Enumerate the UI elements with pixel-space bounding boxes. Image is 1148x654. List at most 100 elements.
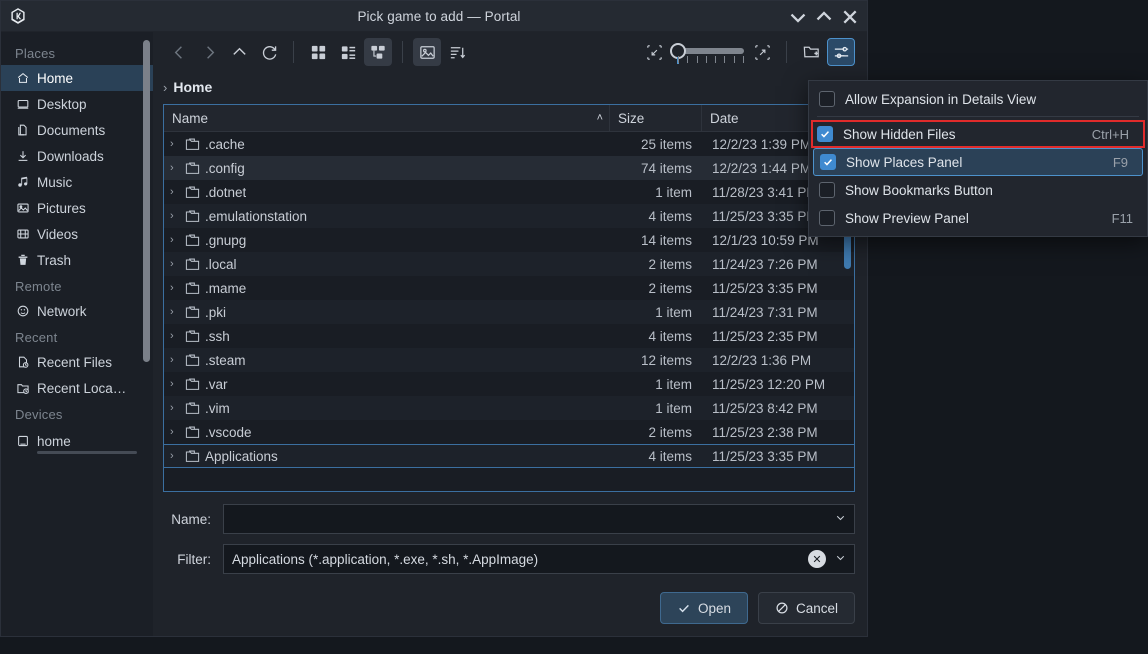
sidebar-item-recent-locations[interactable]: Recent Loca… [1,375,153,401]
table-row[interactable]: › .config 74 items 12/2/23 1:44 PM [164,156,854,180]
checkbox-checked-icon[interactable] [817,126,833,142]
zoom-slider-track-wrap[interactable] [670,39,746,65]
new-folder-button[interactable] [797,38,825,66]
menu-item[interactable]: Show Places Panel F9 [813,148,1143,176]
file-name-cell[interactable]: › .emulationstation [164,209,610,224]
expand-arrow-icon[interactable]: › [170,186,180,198]
file-name-cell[interactable]: › .vim [164,401,610,416]
compact-view-button[interactable] [334,38,362,66]
file-name-cell[interactable]: › .config [164,161,610,176]
menu-item[interactable]: Show Preview Panel F11 [809,204,1147,232]
expand-arrow-icon[interactable]: › [170,258,180,270]
sidebar-item-pictures[interactable]: Pictures [1,195,153,221]
maximize-button[interactable] [811,4,837,30]
table-row[interactable]: › .vscode 2 items 11/25/23 2:38 PM [164,420,854,444]
expand-arrow-icon[interactable]: › [170,450,180,462]
filter-value[interactable]: Applications (*.application, *.exe, *.sh… [232,552,808,567]
table-row[interactable]: › .gnupg 14 items 12/1/23 10:59 PM [164,228,854,252]
open-button[interactable]: Open [659,592,748,624]
table-row[interactable]: › .pki 1 item 11/24/23 7:31 PM [164,300,854,324]
expand-arrow-icon[interactable]: › [170,330,180,342]
table-row[interactable]: › .steam 12 items 12/2/23 1:36 PM [164,348,854,372]
file-list[interactable]: Name ˄ Size Date › .cache 25 items 12/2/23 … [163,104,855,492]
sidebar-item-home[interactable]: Home [1,65,153,91]
options-button[interactable] [827,38,855,66]
table-row[interactable]: › .emulationstation 4 items 11/25/23 3:35 P… [164,204,854,228]
breadcrumb-path[interactable]: Home [173,79,212,95]
sidebar-item-documents[interactable]: Documents [1,117,153,143]
expand-arrow-icon[interactable]: › [170,354,180,366]
checkbox-icon[interactable] [819,91,835,107]
menu-item[interactable]: Show Hidden Files Ctrl+H [811,120,1145,148]
column-header-name[interactable]: Name ˄ [164,105,610,131]
file-name-cell[interactable]: › .var [164,377,610,392]
places-scrollbar[interactable] [143,40,150,362]
checkbox-icon[interactable] [819,182,835,198]
minimize-button[interactable] [785,4,811,30]
zoom-slider[interactable] [670,39,746,65]
table-row[interactable]: › .var 1 item 11/25/23 12:20 PM [164,372,854,396]
breadcrumb[interactable]: › Home [153,72,867,102]
sidebar-item-downloads[interactable]: Downloads [1,143,153,169]
file-name-cell[interactable]: › .gnupg [164,233,610,248]
preview-toggle-button[interactable] [413,38,441,66]
sidebar-item-recent-files[interactable]: Recent Files [1,349,153,375]
sidebar-item-trash[interactable]: Trash [1,247,153,273]
back-button[interactable] [165,38,193,66]
zoom-out-button[interactable] [640,38,668,66]
expand-arrow-icon[interactable]: › [170,234,180,246]
table-row[interactable]: › .mame 2 items 11/25/23 3:35 PM [164,276,854,300]
filter-field[interactable]: Applications (*.application, *.exe, *.sh… [223,544,855,574]
table-row[interactable]: › .ssh 4 items 11/25/23 2:35 PM [164,324,854,348]
table-row[interactable]: › .cache 25 items 12/2/23 1:39 PM [164,132,854,156]
table-row[interactable]: › .vim 1 item 11/25/23 8:42 PM [164,396,854,420]
file-name-cell[interactable]: › Applications [164,449,610,464]
sidebar-item-network[interactable]: Network [1,298,153,324]
reload-button[interactable] [255,38,283,66]
file-name-cell[interactable]: › .ssh [164,329,610,344]
file-name-cell[interactable]: › .pki [164,305,610,320]
close-button[interactable] [837,4,863,30]
expand-arrow-icon[interactable]: › [170,138,180,150]
expand-arrow-icon[interactable]: › [170,402,180,414]
expand-arrow-icon[interactable]: › [170,210,180,222]
file-name-cell[interactable]: › .cache [164,137,610,152]
sidebar-item-videos[interactable]: Videos [1,221,153,247]
expand-arrow-icon[interactable]: › [170,426,180,438]
cancel-icon [776,602,788,614]
sort-button[interactable] [443,38,471,66]
table-row[interactable]: › .local 2 items 11/24/23 7:26 PM [164,252,854,276]
forward-button[interactable] [195,38,223,66]
table-row[interactable]: › .dotnet 1 item 11/28/23 3:41 PM [164,180,854,204]
up-button[interactable] [225,38,253,66]
expand-arrow-icon[interactable]: › [170,162,180,174]
expand-arrow-icon[interactable]: › [170,282,180,294]
expand-arrow-icon[interactable]: › [170,378,180,390]
file-name-cell[interactable]: › .dotnet [164,185,610,200]
file-name-cell[interactable]: › .steam [164,353,610,368]
sidebar-item-music[interactable]: Music [1,169,153,195]
menu-item[interactable]: Show Bookmarks Button [809,176,1147,204]
menu-item[interactable]: Allow Expansion in Details View [809,85,1147,113]
options-menu[interactable]: Allow Expansion in Details View Show Hidd… [808,80,1148,237]
places-panel: Places Home Desktop Documents Downloads [1,32,153,636]
clear-icon[interactable]: ✕ [808,550,826,568]
column-header-size[interactable]: Size [610,105,702,131]
details-view-button[interactable] [364,38,392,66]
checkbox-checked-icon[interactable] [820,154,836,170]
sidebar-item-desktop[interactable]: Desktop [1,91,153,117]
dialog-buttons: Open Cancel [153,584,867,636]
chevron-down-icon[interactable] [830,511,850,527]
icons-view-button[interactable] [304,38,332,66]
table-row[interactable]: › Applications 4 items 11/25/23 3:35 PM [164,444,854,468]
file-name-cell[interactable]: › .mame [164,281,610,296]
expand-arrow-icon[interactable]: › [170,306,180,318]
chevron-down-icon[interactable] [830,551,850,567]
cancel-button[interactable]: Cancel [757,592,855,624]
checkbox-icon[interactable] [819,210,835,226]
file-name-cell[interactable]: › .vscode [164,425,610,440]
file-name-cell[interactable]: › .local [164,257,610,272]
name-field[interactable] [223,504,855,534]
zoom-in-button[interactable] [748,38,776,66]
sidebar-item-home-device[interactable]: home [1,426,153,456]
